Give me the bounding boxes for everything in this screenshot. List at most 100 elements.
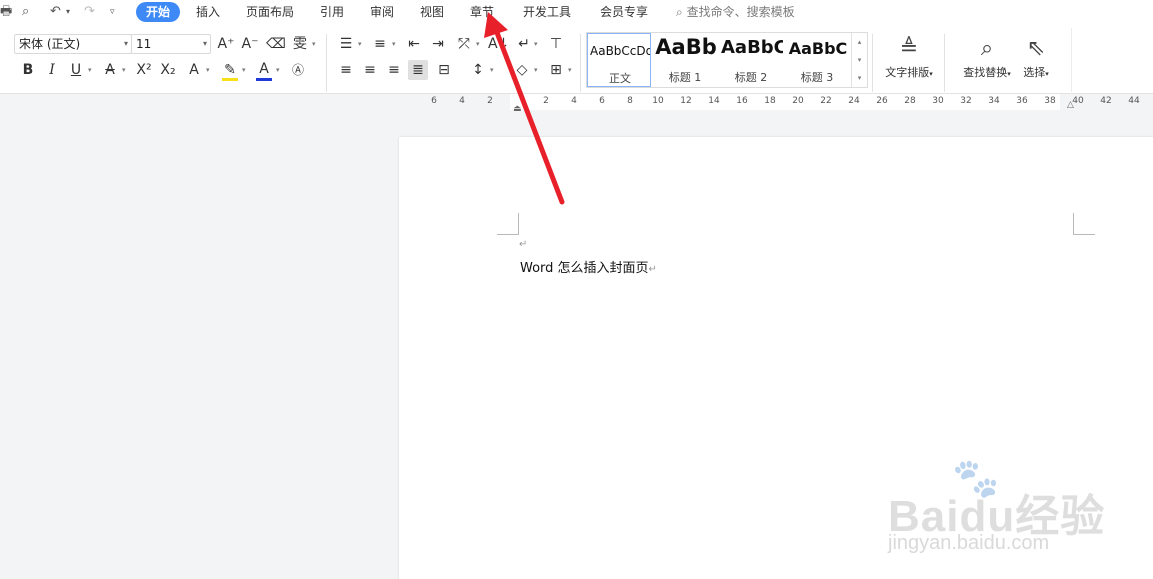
tab-section[interactable]: 章节	[470, 2, 494, 22]
bold-icon[interactable]: B	[18, 60, 38, 80]
character-border-icon[interactable]: Ⓐ	[288, 60, 308, 80]
justify-icon[interactable]: ≣	[408, 60, 428, 80]
ribbon-home-panel: 宋体 (正文) ▾ 11 ▾ A⁺ A⁻ ⌫ 雯 ▾ B I U ▾ A ▾ X…	[0, 28, 1072, 92]
line-spacing-icon[interactable]: ↕	[468, 60, 488, 80]
paragraph-mark-icon: ↵	[648, 264, 657, 275]
font-size-select[interactable]: 11 ▾	[131, 34, 211, 54]
increase-font-size-icon[interactable]: A⁺	[216, 34, 236, 54]
scroll-down-icon[interactable]: ▾	[852, 51, 867, 69]
select-label: 选择	[1023, 66, 1046, 79]
chevron-down-icon[interactable]: ▾	[534, 40, 538, 48]
style-normal[interactable]: AaBbCcDd 正文	[587, 33, 651, 87]
styles-scroll[interactable]: ▴ ▾ ▾	[851, 33, 867, 87]
tab-developer-tools[interactable]: 开发工具	[523, 2, 571, 22]
clear-format-icon[interactable]: ⌫	[266, 34, 286, 54]
redo-icon[interactable]: ↷	[84, 3, 95, 21]
cursor-icon: ⇖	[1026, 36, 1046, 61]
numbered-list-icon[interactable]: ≡	[370, 34, 390, 54]
tab-references[interactable]: 引用	[320, 2, 344, 22]
borders-icon[interactable]: ⊞	[546, 60, 566, 80]
ruler-tick: 28	[904, 96, 916, 106]
quick-access-dropdown-icon[interactable]: ▿	[110, 3, 115, 21]
text-layout-button[interactable]: ≜ 文字排版▾	[874, 34, 944, 80]
strikethrough-icon[interactable]: A	[100, 60, 120, 80]
ruler-tick: 6	[599, 96, 605, 106]
tab-insert[interactable]: 插入	[196, 2, 220, 22]
ruler-tick: 12	[680, 96, 692, 106]
align-right-icon[interactable]: ≡	[384, 60, 404, 80]
style-heading-2[interactable]: AaBbC 标题 2	[719, 33, 783, 87]
chevron-down-icon[interactable]: ▾	[392, 40, 396, 48]
italic-icon[interactable]: I	[42, 60, 62, 80]
text-effect-icon[interactable]: A	[184, 60, 204, 80]
style-heading-1[interactable]: AaBb 标题 1	[653, 33, 717, 87]
watermark-url: jingyan.baidu.com	[888, 532, 1050, 554]
group-separator	[944, 34, 945, 92]
chevron-down-icon[interactable]: ▾	[358, 40, 362, 48]
right-indent-marker-icon[interactable]: △	[1067, 100, 1074, 110]
horizontal-ruler[interactable]: 6 4 2 2 4 6 8 10 12 14 16 18 20 22 24 26 28 30 32 34 36 38 40 4…	[420, 94, 1153, 110]
tab-stops-icon[interactable]: ⊤	[546, 34, 566, 54]
bullet-list-icon[interactable]: ☰	[336, 34, 356, 54]
increase-indent-icon[interactable]: ⇥	[428, 34, 448, 54]
chevron-down-icon[interactable]: ▾	[122, 66, 126, 74]
search-icon: ⌕	[676, 5, 683, 19]
align-center-icon[interactable]: ≡	[360, 60, 380, 80]
scroll-up-icon[interactable]: ▴	[852, 33, 867, 51]
ruler-text-area	[510, 94, 1060, 110]
highlight-icon[interactable]: ✎	[220, 60, 240, 80]
underline-icon[interactable]: U	[66, 60, 86, 80]
expand-styles-icon[interactable]: ▾	[852, 69, 867, 87]
show-marks-icon[interactable]: ↵	[514, 34, 534, 54]
chevron-down-icon[interactable]: ▾	[568, 66, 572, 74]
text-layout-label: 文字排版	[885, 66, 930, 79]
command-search[interactable]: ⌕ 查找命令、搜索模板	[676, 2, 795, 22]
tab-view[interactable]: 视图	[420, 2, 444, 22]
undo-icon[interactable]: ↶	[50, 3, 61, 21]
superscript-icon[interactable]: X²	[134, 60, 154, 80]
chevron-down-icon[interactable]: ▾	[534, 66, 538, 74]
decrease-font-size-icon[interactable]: A⁻	[240, 34, 260, 54]
chevron-down-icon: ▾	[929, 70, 933, 78]
ruler-tick: 42	[1100, 96, 1112, 106]
document-line[interactable]: Word 怎么插入封面页↵	[520, 257, 657, 276]
chinese-layout-icon[interactable]: ⤱	[454, 34, 474, 54]
subscript-icon[interactable]: X₂	[158, 60, 178, 80]
tab-page-layout[interactable]: 页面布局	[246, 2, 294, 22]
ruler-tick: 36	[1016, 96, 1028, 106]
ruler-tick: 30	[932, 96, 944, 106]
undo-dropdown-icon[interactable]: ▾	[66, 3, 70, 21]
ruler-tick: 26	[876, 96, 888, 106]
decrease-indent-icon[interactable]: ⇤	[404, 34, 424, 54]
chevron-down-icon[interactable]: ▾	[490, 66, 494, 74]
font-color-icon[interactable]: A	[254, 59, 274, 79]
select-button[interactable]: ⇖ 选择▾	[1010, 34, 1062, 80]
align-left-icon[interactable]: ≡	[336, 60, 356, 80]
chevron-down-icon: ▾	[1045, 70, 1049, 78]
paragraph-mark-icon: ↵	[519, 239, 528, 250]
ruler-tick: 2	[487, 96, 493, 106]
chevron-down-icon[interactable]: ▾	[476, 40, 480, 48]
print-icon[interactable]: 🖶	[0, 3, 12, 21]
font-name-select[interactable]: 宋体 (正文) ▾	[14, 34, 132, 54]
style-label: 标题 3	[800, 71, 834, 84]
phonetic-guide-icon[interactable]: 雯	[290, 34, 310, 54]
chevron-down-icon[interactable]: ▾	[242, 66, 246, 74]
chevron-down-icon[interactable]: ▾	[206, 66, 210, 74]
chevron-down-icon[interactable]: ▾	[312, 40, 316, 48]
print-preview-icon[interactable]: ⌕	[22, 3, 29, 21]
ruler-tick: 10	[652, 96, 664, 106]
style-heading-3[interactable]: AaBbC 标题 3	[785, 33, 849, 87]
distributed-icon[interactable]: ⊟	[434, 60, 454, 80]
shading-icon[interactable]: ◇	[512, 60, 532, 80]
tab-review[interactable]: 审阅	[370, 2, 394, 22]
tab-home[interactable]: 开始	[136, 2, 181, 22]
chevron-down-icon[interactable]: ▾	[276, 66, 280, 74]
find-replace-label: 查找替换	[963, 66, 1008, 79]
highlight-color-swatch	[222, 78, 238, 81]
indent-marker-icon[interactable]: ⏏	[513, 104, 522, 114]
sort-icon[interactable]: A↓	[488, 34, 509, 54]
ruler-tick: 14	[708, 96, 720, 106]
tab-member-exclusive[interactable]: 会员专享	[600, 2, 648, 22]
chevron-down-icon[interactable]: ▾	[88, 66, 92, 74]
